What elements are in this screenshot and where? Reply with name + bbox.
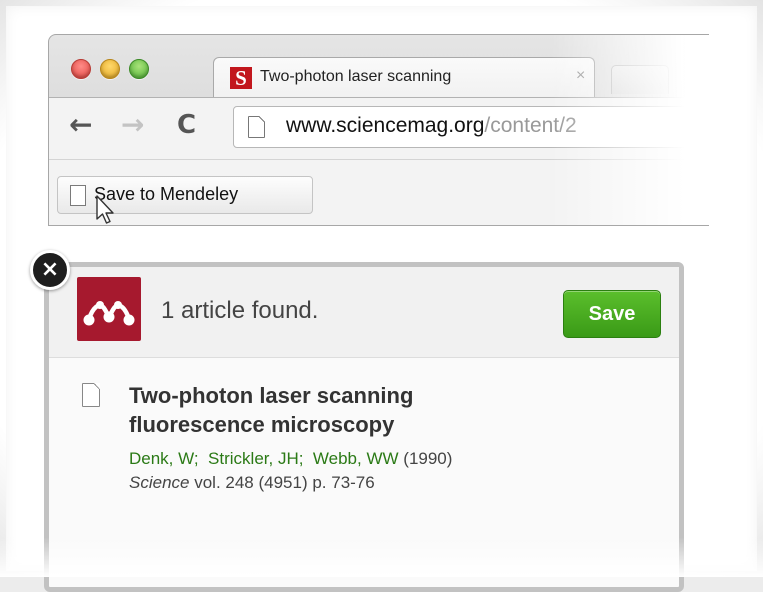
author-link[interactable]: Denk, W; [129, 449, 199, 468]
zoom-window-button[interactable] [129, 59, 149, 79]
forward-arrow-icon[interactable]: → [121, 110, 144, 140]
citation-details: vol. 248 (4951) p. 73-76 [189, 473, 375, 492]
panel-header: 1 article found. Save [49, 267, 679, 358]
browser-tab[interactable]: S Two-photon laser scanning × [213, 57, 595, 98]
url-path: /content/2 [484, 114, 577, 137]
new-tab-button[interactable] [611, 65, 669, 94]
save-button[interactable]: Save [563, 290, 661, 338]
article-year: (1990) [403, 449, 453, 468]
author-link[interactable]: Strickler, JH; [208, 449, 303, 468]
tab-close-icon[interactable]: × [576, 67, 585, 85]
tab-title: Two-photon laser scanning [260, 68, 452, 85]
mendeley-panel: 1 article found. Save Two-photon laser s… [44, 262, 684, 592]
reload-icon[interactable]: C [177, 110, 196, 140]
window-controls [71, 59, 149, 79]
article-authors: Denk, W; Strickler, JH; Webb, WW (1990) [129, 449, 452, 469]
journal-name: Science [129, 473, 190, 492]
back-arrow-icon[interactable]: ← [69, 110, 92, 140]
url-text: www.sciencemag.org/content/2 [286, 114, 577, 138]
url-domain: www.sciencemag.org [286, 114, 485, 137]
articles-found-text: 1 article found. [161, 297, 319, 324]
science-favicon-icon: S [230, 66, 252, 90]
minimize-window-button[interactable] [100, 59, 120, 79]
article-citation: Science vol. 248 (4951) p. 73-76 [129, 473, 375, 493]
bookmarks-bar: Save to Mendeley [49, 159, 709, 225]
browser-toolbar: ← → C www.sciencemag.org/content/2 [49, 97, 709, 160]
address-bar[interactable]: www.sciencemag.org/content/2 [233, 106, 709, 148]
browser-window: S Two-photon laser scanning × ← → C www.… [48, 34, 709, 226]
close-panel-icon[interactable]: × [30, 250, 70, 290]
article-title: Two-photon laser scanning fluorescence m… [129, 383, 414, 437]
bookmark-page-icon [70, 185, 86, 206]
mendeley-logo-icon [77, 277, 141, 341]
page-icon [248, 116, 265, 138]
document-icon [82, 383, 100, 407]
close-window-button[interactable] [71, 59, 91, 79]
mouse-cursor-icon [96, 195, 114, 224]
author-link[interactable]: Webb, WW [313, 449, 399, 468]
